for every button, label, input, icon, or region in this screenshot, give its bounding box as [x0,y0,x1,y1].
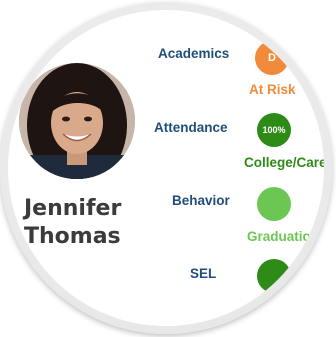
metric-label-attendance: Attendance [154,120,228,135]
student-name: Jennifer Thomas [24,195,144,251]
student-first-name: Jennifer [24,196,122,221]
profile-card-graphic: Jennifer Thomas Academics D At Risk Atte… [0,0,336,337]
student-last-name: Thomas [24,224,121,249]
status-attendance: College/Care [244,155,324,170]
status-behavior: Graduation [247,229,320,244]
metric-badge-academics: D [255,41,289,75]
metric-label-behavior: Behavior [172,193,230,208]
student-profile-card: Jennifer Thomas Academics D At Risk Atte… [8,10,324,326]
status-academics: At Risk [249,82,296,97]
student-photo [19,63,135,179]
student-avatar [19,63,135,179]
metric-badge-sel [257,259,291,293]
metric-label-sel: SEL [190,266,217,281]
metric-badge-behavior [257,187,291,221]
metric-label-academics: Academics [158,46,230,61]
metric-badge-attendance: 100% [257,113,291,147]
